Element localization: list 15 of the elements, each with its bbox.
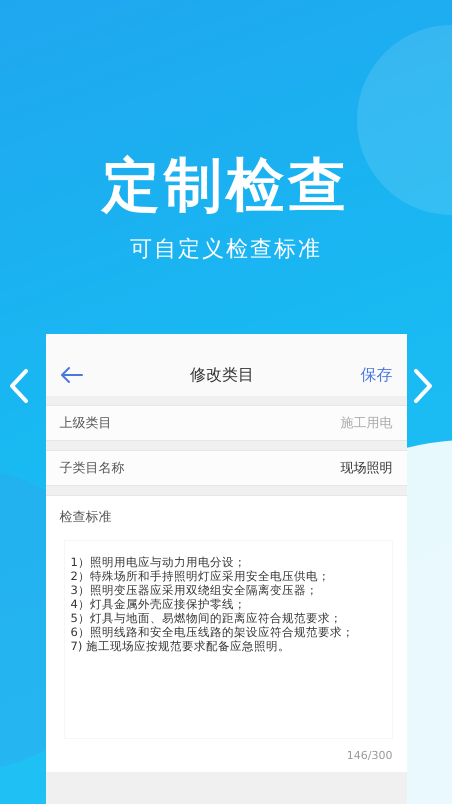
field-label: 检查标准 xyxy=(60,509,112,526)
save-button[interactable]: 保存 xyxy=(360,364,392,386)
row-label: 上级类目 xyxy=(60,415,112,432)
headline: 定制检查 xyxy=(102,150,350,220)
form-row[interactable]: 子类目名称 现场照明 xyxy=(46,450,406,486)
page-title: 修改类目 xyxy=(190,364,254,386)
row-value: 施工用电 xyxy=(340,415,392,432)
chevron-left-icon[interactable] xyxy=(8,368,30,404)
chevron-right-icon[interactable] xyxy=(412,368,434,404)
char-counter: 146/300 xyxy=(346,749,392,762)
subtitle: 可自定义检查标准 xyxy=(130,236,322,264)
back-icon[interactable] xyxy=(60,366,84,384)
row-label: 子类目名称 xyxy=(60,460,124,477)
text-area[interactable]: 1）照明用电应与动力用电分设； 2）特殊场所和手持照明灯应采用安全电压供电； 3）照明变压器应采用双绕组安全隔离变压器； 4）灯具金属外壳应接保护零线； 5）灯具与地面、易燃物间的距离应符合规范要求； 6）照明线路和安全电压线路的架设应符合规范要求； 7) 施工现场应按规范要求配备应急照明。 xyxy=(64,540,392,739)
row-value: 现场照明 xyxy=(340,460,392,477)
